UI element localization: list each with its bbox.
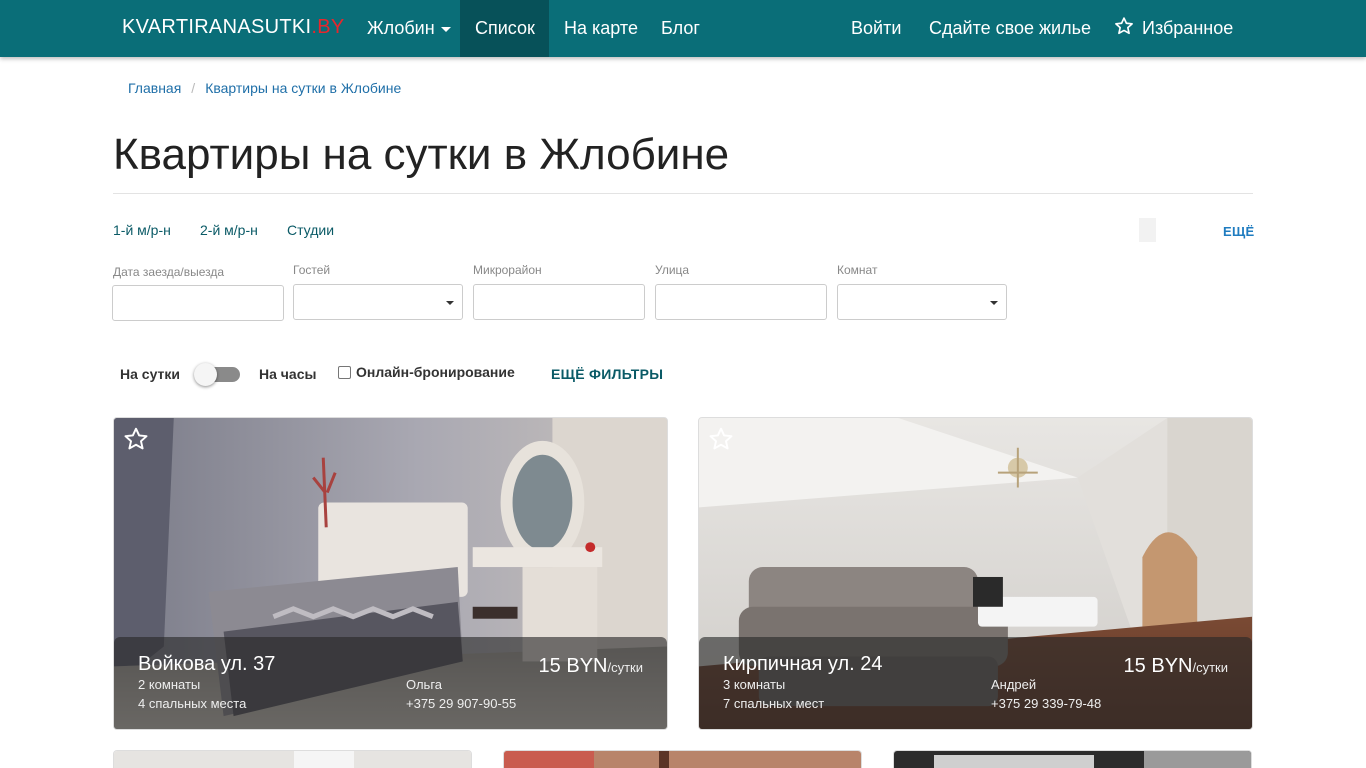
rent-out-label: Сдайте свое жилье <box>929 18 1091 38</box>
top-navbar: KVARTIRANASUTKI.BY Жлобин Список На карт… <box>0 0 1366 57</box>
per-hour-label[interactable]: На часы <box>259 366 316 382</box>
listing-owner: Ольга <box>406 677 443 692</box>
breadcrumb: Главная / Квартиры на сутки в Жлобине <box>128 80 401 96</box>
listing-price-value: 15 BYN <box>1123 655 1193 677</box>
rooms-select[interactable] <box>837 284 1007 320</box>
caret-down-icon <box>446 301 454 305</box>
listing-card-partial[interactable] <box>113 750 472 768</box>
nav-blog[interactable]: Блог <box>646 0 715 57</box>
listing-price-value: 15 BYN <box>538 655 608 677</box>
breadcrumb-current[interactable]: Квартиры на сутки в Жлобине <box>205 80 401 96</box>
brand-logo[interactable]: KVARTIRANASUTKI.BY <box>122 16 345 39</box>
nav-list[interactable]: Список <box>460 0 549 57</box>
dates-input[interactable] <box>112 285 284 321</box>
online-booking-checkbox[interactable] <box>338 366 351 379</box>
more-filters-button[interactable]: ЕЩЁ ФИЛЬТРЫ <box>551 366 663 382</box>
listing-card-partial[interactable] <box>893 750 1252 768</box>
favorites-label: Избранное <box>1142 18 1234 38</box>
favorite-star-icon[interactable] <box>708 426 734 452</box>
breadcrumb-home[interactable]: Главная <box>128 80 181 96</box>
listing-photo <box>894 751 1251 768</box>
favorites-link[interactable]: Избранное <box>1099 0 1248 57</box>
quick-link-district-2[interactable]: 2-й м/р-н <box>200 222 258 238</box>
breadcrumb-separator: / <box>191 80 196 96</box>
listing-title[interactable]: Войкова ул. 37 <box>138 653 275 676</box>
caret-down-icon <box>440 26 451 32</box>
listing-price: 15 BYN/сутки <box>539 655 643 678</box>
district-label: Микрорайон <box>473 263 542 277</box>
listing-info-panel: Кирпичная ул. 24 3 комнаты 7 спальных ме… <box>699 637 1252 729</box>
nav-blog-label: Блог <box>661 18 700 38</box>
quick-link-studios[interactable]: Студии <box>287 222 334 238</box>
guests-select[interactable] <box>293 284 463 320</box>
listing-info-panel: Войкова ул. 37 2 комнаты 4 спальных мест… <box>114 637 667 729</box>
listing-price-unit: /сутки <box>1192 660 1228 675</box>
city-dropdown-label: Жлобин <box>367 18 435 38</box>
dates-label: Дата заезда/выезда <box>113 265 225 279</box>
listing-photo <box>114 751 471 768</box>
online-booking-label[interactable]: Онлайн-бронирование <box>356 364 515 380</box>
nav-list-label: Список <box>475 18 535 38</box>
listing-card-partial[interactable] <box>503 750 862 768</box>
city-dropdown[interactable]: Жлобин <box>352 0 466 57</box>
listing-beds: 7 спальных мест <box>723 696 825 711</box>
street-input[interactable] <box>655 284 827 320</box>
rent-out-link[interactable]: Сдайте свое жилье <box>914 0 1106 57</box>
listing-phone[interactable]: +375 29 907-90-55 <box>406 696 516 711</box>
quick-links-scroll-placeholder <box>1139 218 1156 242</box>
listing-card[interactable]: Кирпичная ул. 24 3 комнаты 7 спальных ме… <box>698 417 1253 730</box>
rooms-label: Комнат <box>837 263 878 277</box>
listing-rooms: 2 комнаты <box>138 677 201 692</box>
star-icon <box>1115 17 1133 35</box>
login-label: Войти <box>851 18 902 38</box>
page-title: Квартиры на сутки в Жлобине <box>113 130 730 179</box>
guests-label: Гостей <box>293 263 331 277</box>
brand-name: KVARTIRANASUTKI <box>122 16 312 38</box>
quick-links-more[interactable]: ЕЩЁ <box>1223 224 1255 239</box>
brand-tld: .BY <box>311 16 345 38</box>
caret-down-icon <box>990 301 998 305</box>
nav-map-label: На карте <box>564 18 638 38</box>
listing-photo <box>504 751 861 768</box>
listing-owner: Андрей <box>991 677 1037 692</box>
listing-beds: 4 спальных места <box>138 696 247 711</box>
favorite-star-icon[interactable] <box>123 426 149 452</box>
per-day-label[interactable]: На сутки <box>120 366 180 382</box>
quick-link-district-1[interactable]: 1-й м/р-н <box>113 222 171 238</box>
listing-price-unit: /сутки <box>607 660 643 675</box>
district-input[interactable] <box>473 284 645 320</box>
street-label: Улица <box>655 263 690 277</box>
listing-phone[interactable]: +375 29 339-79-48 <box>991 696 1101 711</box>
listing-title[interactable]: Кирпичная ул. 24 <box>723 653 883 676</box>
login-link[interactable]: Войти <box>836 0 916 57</box>
listing-card[interactable]: Войкова ул. 37 2 комнаты 4 спальных мест… <box>113 417 668 730</box>
listing-rooms: 3 комнаты <box>723 677 786 692</box>
rent-mode-switch-knob[interactable] <box>194 363 217 386</box>
listing-price: 15 BYN/сутки <box>1124 655 1228 678</box>
title-divider <box>113 193 1253 194</box>
nav-map[interactable]: На карте <box>549 0 653 57</box>
